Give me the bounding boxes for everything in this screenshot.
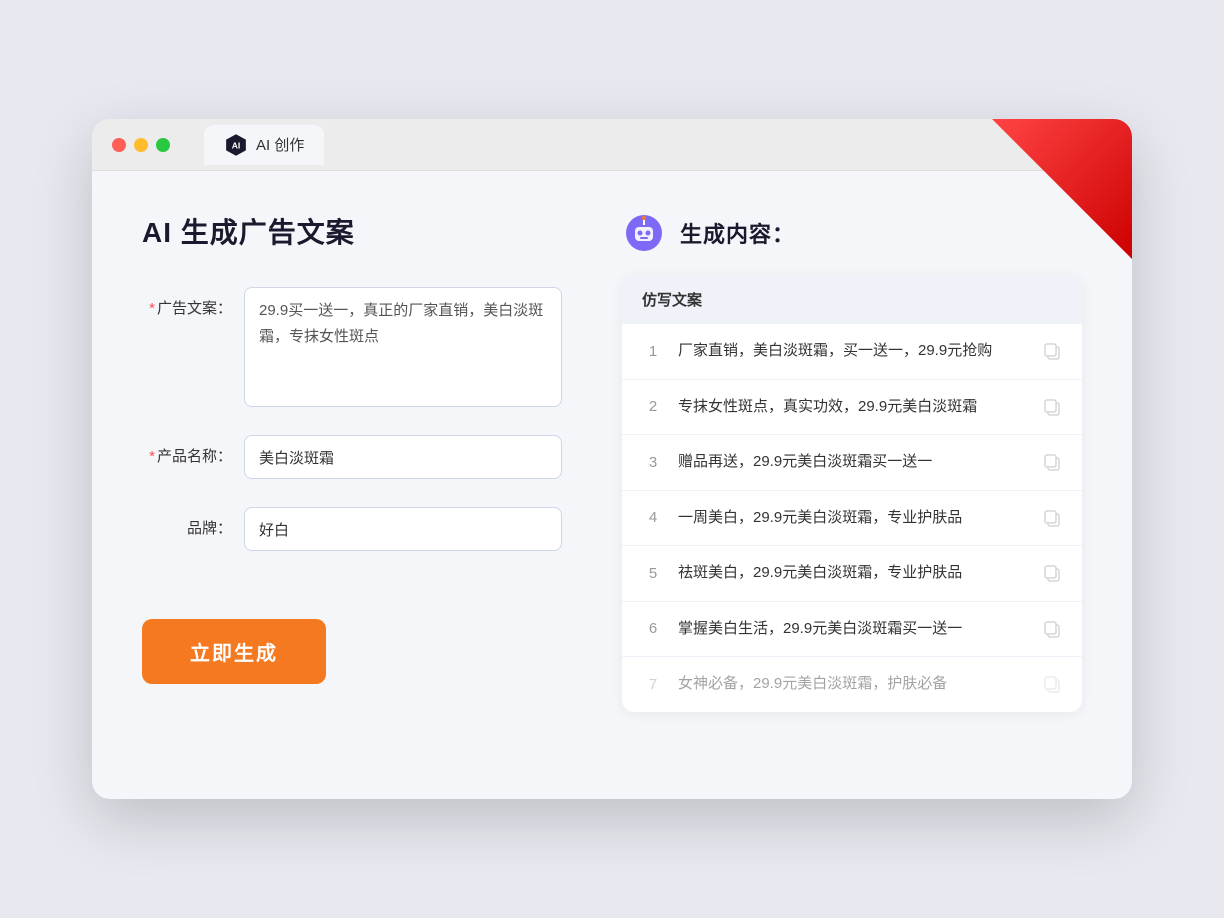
traffic-lights [112,138,170,152]
result-number: 5 [642,565,664,582]
result-number: 2 [642,398,664,415]
result-text: 女神必备，29.9元美白淡斑霜，护肤必备 [678,673,1028,696]
copy-icon[interactable] [1042,508,1062,528]
svg-text:AI: AI [232,140,241,150]
results-table: 仿写文案 1 厂家直销，美白淡斑霜，买一送一，29.9元抢购 2 专抹女性斑点，… [622,275,1082,712]
ad-required-star: * [149,300,155,317]
ad-copy-row: *广告文案： 29.9买一送一，真正的厂家直销，美白淡斑霜，专抹女性斑点 [142,287,562,407]
copy-icon[interactable] [1042,397,1062,417]
right-panel: 生成内容： 仿写文案 1 厂家直销，美白淡斑霜，买一送一，29.9元抢购 2 专… [622,211,1082,712]
result-text: 祛斑美白，29.9元美白淡斑霜，专业护肤品 [678,562,1028,585]
maximize-button[interactable] [156,138,170,152]
result-item: 3 赠品再送，29.9元美白淡斑霜买一送一 [622,435,1082,491]
right-title: 生成内容： [680,217,795,249]
result-text: 厂家直销，美白淡斑霜，买一送一，29.9元抢购 [678,340,1028,363]
result-text: 赠品再送，29.9元美白淡斑霜买一送一 [678,451,1028,474]
product-name-row: *产品名称： [142,435,562,479]
browser-window: AI AI 创作 AI 生成广告文案 *广告文案： 29.9买一送一，真正的厂家… [92,119,1132,799]
result-number: 3 [642,454,664,471]
result-item: 4 一周美白，29.9元美白淡斑霜，专业护肤品 [622,491,1082,547]
copy-icon[interactable] [1042,674,1062,694]
results-column-header: 仿写文案 [622,275,1082,324]
product-name-input[interactable] [244,435,562,479]
copy-icon[interactable] [1042,619,1062,639]
brand-label: 品牌： [142,507,232,538]
copy-icon[interactable] [1042,563,1062,583]
brand-row: 品牌： [142,507,562,551]
result-number: 7 [642,676,664,693]
tab-ai-creation[interactable]: AI AI 创作 [204,125,324,165]
result-text: 一周美白，29.9元美白淡斑霜，专业护肤品 [678,507,1028,530]
minimize-button[interactable] [134,138,148,152]
result-item: 1 厂家直销，美白淡斑霜，买一送一，29.9元抢购 [622,324,1082,380]
generate-button[interactable]: 立即生成 [142,619,326,684]
left-panel: AI 生成广告文案 *广告文案： 29.9买一送一，真正的厂家直销，美白淡斑霜，… [142,211,562,712]
copy-icon[interactable] [1042,452,1062,472]
result-text: 掌握美白生活，29.9元美白淡斑霜买一送一 [678,618,1028,641]
product-name-label: *产品名称： [142,435,232,466]
ai-tab-icon: AI [224,133,248,157]
page-title: AI 生成广告文案 [142,211,562,251]
result-item: 5 祛斑美白，29.9元美白淡斑霜，专业护肤品 [622,546,1082,602]
copy-icon[interactable] [1042,341,1062,361]
result-item: 2 专抹女性斑点，真实功效，29.9元美白淡斑霜 [622,380,1082,436]
results-list: 1 厂家直销，美白淡斑霜，买一送一，29.9元抢购 2 专抹女性斑点，真实功效，… [622,324,1082,712]
browser-content: AI 生成广告文案 *广告文案： 29.9买一送一，真正的厂家直销，美白淡斑霜，… [92,171,1132,762]
titlebar: AI AI 创作 [92,119,1132,171]
result-number: 6 [642,620,664,637]
ad-copy-label: *广告文案： [142,287,232,318]
result-item: 6 掌握美白生活，29.9元美白淡斑霜买一送一 [622,602,1082,658]
tab-label: AI 创作 [256,134,304,155]
result-number: 4 [642,509,664,526]
result-number: 1 [642,343,664,360]
results-header: 生成内容： [622,211,1082,255]
product-required-star: * [149,448,155,465]
robot-icon [622,211,666,255]
result-text: 专抹女性斑点，真实功效，29.9元美白淡斑霜 [678,396,1028,419]
ad-copy-textarea[interactable]: 29.9买一送一，真正的厂家直销，美白淡斑霜，专抹女性斑点 [244,287,562,407]
brand-input[interactable] [244,507,562,551]
result-item: 7 女神必备，29.9元美白淡斑霜，护肤必备 [622,657,1082,712]
close-button[interactable] [112,138,126,152]
